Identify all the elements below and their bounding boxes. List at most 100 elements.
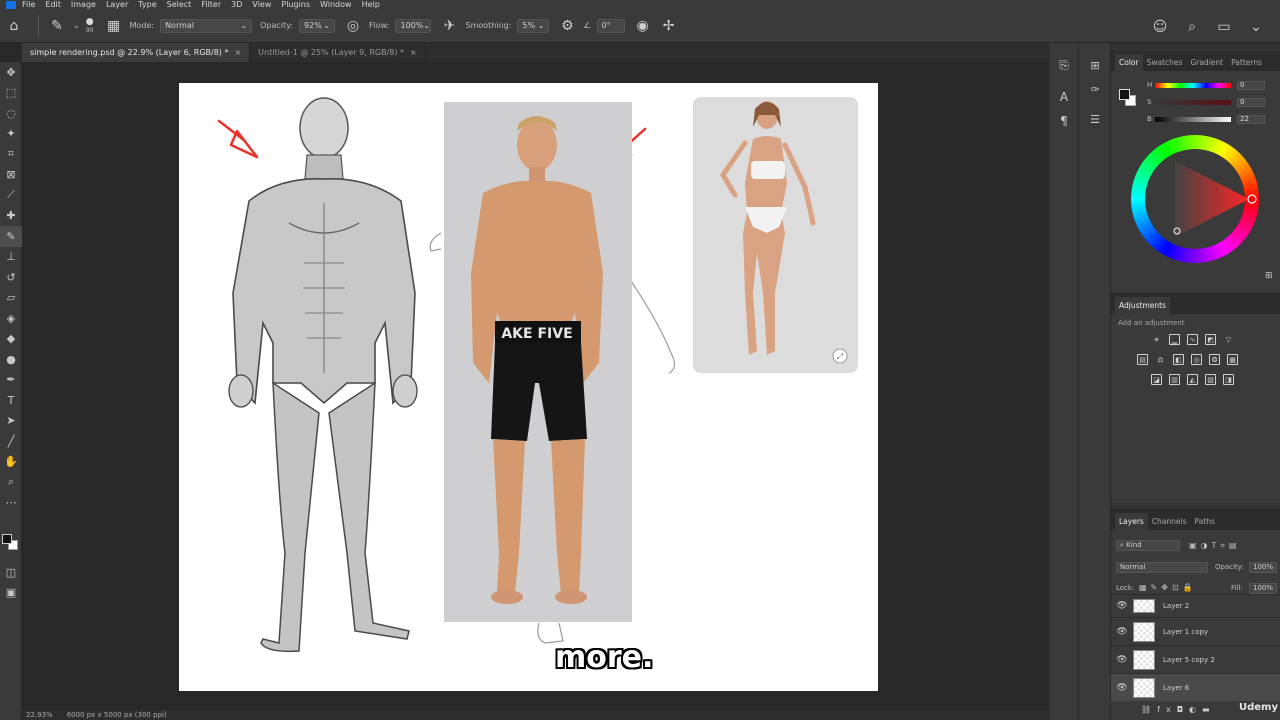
path-selection-tool-icon[interactable]: ➤ xyxy=(0,411,22,432)
move-tool-icon[interactable]: ✥ xyxy=(0,62,22,83)
new-group-icon[interactable]: ▬ xyxy=(1202,705,1216,714)
share-icon[interactable]: ☺ xyxy=(1150,17,1170,37)
menu-view[interactable]: View xyxy=(252,0,271,9)
color-balance-adjust-icon[interactable]: ⚖ xyxy=(1155,354,1166,365)
libraries-panel-icon[interactable]: ⊞ xyxy=(1079,53,1111,77)
hue-slider[interactable] xyxy=(1155,82,1231,88)
opacity-field[interactable]: 92% ⌄ xyxy=(298,18,335,33)
layer-row[interactable]: 👁 Layer 2 xyxy=(1111,594,1280,616)
close-icon[interactable]: × xyxy=(410,48,417,57)
eraser-tool-icon[interactable]: ▱ xyxy=(0,288,22,309)
properties-panel-icon[interactable]: ☰ xyxy=(1079,107,1111,131)
quick-mask-icon[interactable]: ◫ xyxy=(0,562,22,583)
color-fg-bg-swatches[interactable] xyxy=(1119,89,1137,107)
tab-swatches[interactable]: Swatches xyxy=(1143,54,1187,71)
tab-patterns[interactable]: Patterns xyxy=(1227,54,1266,71)
foreground-color-swatch[interactable] xyxy=(2,534,12,544)
visibility-eye-icon[interactable]: 👁 xyxy=(1111,601,1133,611)
brush-preset-picker[interactable]: ● 90 xyxy=(86,17,94,34)
tab-layers[interactable]: Layers xyxy=(1115,513,1148,530)
menu-layer[interactable]: Layer xyxy=(106,0,128,9)
selective-color-adjust-icon[interactable]: ◨ xyxy=(1223,374,1234,385)
menu-filter[interactable]: Filter xyxy=(201,0,221,9)
blend-mode-select[interactable]: Normal xyxy=(1116,562,1208,573)
brightness-adjust-icon[interactable]: ☀ xyxy=(1151,334,1162,345)
lock-icons[interactable]: ▦✎✥⊡🔒 xyxy=(1139,583,1197,592)
tab-channels[interactable]: Channels xyxy=(1148,513,1191,530)
pressure-opacity-icon[interactable]: ◎ xyxy=(343,16,363,36)
threshold-adjust-icon[interactable]: ◭ xyxy=(1187,374,1198,385)
menu-3d[interactable]: 3D xyxy=(231,0,242,9)
foreground-background-swatches[interactable] xyxy=(2,534,20,552)
curves-adjust-icon[interactable]: ∿ xyxy=(1187,334,1198,345)
menu-file[interactable]: File xyxy=(22,0,35,9)
angle-field[interactable]: 0° xyxy=(596,18,625,33)
link-layers-icon[interactable]: ⛓ xyxy=(1141,705,1157,714)
workspace-chevron-icon[interactable]: ⌄ xyxy=(1246,17,1266,37)
hue-saturation-adjust-icon[interactable]: ▤ xyxy=(1137,354,1148,365)
color-panel-expand-icon[interactable]: ⊞ xyxy=(1265,271,1273,281)
quick-select-tool-icon[interactable]: ✦ xyxy=(0,124,22,145)
paint-bucket-tool-icon[interactable]: ◈ xyxy=(0,308,22,329)
menu-help[interactable]: Help xyxy=(362,0,380,9)
paragraph-panel-icon[interactable]: ¶ xyxy=(1049,109,1079,133)
crop-tool-icon[interactable]: ⌗ xyxy=(0,144,22,165)
posterize-adjust-icon[interactable]: ▥ xyxy=(1169,374,1180,385)
hue-value[interactable]: 0 xyxy=(1237,80,1265,90)
tab-color[interactable]: Color xyxy=(1115,54,1143,71)
zoom-level[interactable]: 22.93% xyxy=(26,711,53,719)
frame-tool-icon[interactable]: ⊠ xyxy=(0,165,22,186)
tab-simple-rendering[interactable]: simple rendering.psd @ 22.9% (Layer 6, R… xyxy=(22,43,251,62)
type-tool-icon[interactable]: T xyxy=(0,390,22,411)
channel-mixer-adjust-icon[interactable]: ❂ xyxy=(1209,354,1220,365)
flow-field[interactable]: 100% ⌄ xyxy=(395,18,432,33)
close-icon[interactable]: × xyxy=(234,48,241,57)
tab-paths[interactable]: Paths xyxy=(1191,513,1219,530)
visibility-eye-icon[interactable]: 👁 xyxy=(1111,683,1133,693)
layer-row[interactable]: 👁 Layer 5 copy 2 xyxy=(1111,645,1280,673)
brush-picker-chevron-icon[interactable]: ⌄ xyxy=(73,21,80,30)
photo-filter-adjust-icon[interactable]: ◎ xyxy=(1191,354,1202,365)
brush-settings-panel-icon[interactable]: ▦ xyxy=(104,16,124,36)
pen-tool-icon[interactable]: ✒ xyxy=(0,370,22,391)
black-white-adjust-icon[interactable]: ◧ xyxy=(1173,354,1184,365)
tab-gradient[interactable]: Gradient xyxy=(1186,54,1227,71)
smoothing-field[interactable]: 5% ⌄ xyxy=(517,18,550,33)
invert-adjust-icon[interactable]: ◪ xyxy=(1151,374,1162,385)
home-icon[interactable]: ⌂ xyxy=(4,16,24,36)
character-panel-icon[interactable]: A xyxy=(1049,85,1079,109)
add-mask-icon[interactable]: ◘ xyxy=(1177,705,1189,714)
fx-icon[interactable]: fx xyxy=(1157,705,1177,714)
history-panel-icon[interactable]: ⎘ xyxy=(1049,53,1079,77)
lasso-tool-icon[interactable]: ◌ xyxy=(0,103,22,124)
tab-untitled-1[interactable]: Untitled-1 @ 25% (Layer 9, RGB/8) * × xyxy=(250,43,426,62)
layer-filter-icons[interactable]: ▣◑T⌗▤ xyxy=(1189,541,1241,551)
levels-adjust-icon[interactable]: ▁ xyxy=(1169,334,1180,345)
exposure-adjust-icon[interactable]: ◩ xyxy=(1205,334,1216,345)
clone-stamp-tool-icon[interactable]: ⊥ xyxy=(0,247,22,268)
gradient-map-adjust-icon[interactable]: ▧ xyxy=(1205,374,1216,385)
saturation-value[interactable]: 0 xyxy=(1237,97,1265,107)
line-tool-icon[interactable]: ╱ xyxy=(0,431,22,452)
menu-select[interactable]: Select xyxy=(167,0,192,9)
canvas-area[interactable]: AKE FIVE ⤢ xyxy=(22,62,1048,710)
search-icon[interactable]: ⌕ xyxy=(1182,17,1202,37)
tab-adjustments[interactable]: Adjustments xyxy=(1115,297,1170,314)
menu-plugins[interactable]: Plugins xyxy=(281,0,310,9)
menu-edit[interactable]: Edit xyxy=(45,0,61,9)
history-brush-tool-icon[interactable]: ↺ xyxy=(0,267,22,288)
symmetry-icon[interactable]: ✢ xyxy=(659,16,679,36)
layer-row-selected[interactable]: 👁 Layer 6 xyxy=(1111,673,1280,701)
menu-image[interactable]: Image xyxy=(71,0,96,9)
airbrush-icon[interactable]: ✈ xyxy=(439,16,459,36)
color-triangle[interactable] xyxy=(1131,135,1259,263)
color-wheel[interactable] xyxy=(1131,135,1259,263)
zoom-tool-icon[interactable]: ⌕ xyxy=(0,472,22,493)
pressure-size-icon[interactable]: ◉ xyxy=(633,16,653,36)
menu-type[interactable]: Type xyxy=(138,0,156,9)
blur-tool-icon[interactable]: ◆ xyxy=(0,329,22,350)
brushes-panel-icon[interactable]: ✑ xyxy=(1079,77,1111,101)
layer-opacity-field[interactable]: 100% xyxy=(1249,562,1277,573)
layer-row[interactable]: 👁 Layer 1 copy xyxy=(1111,617,1280,645)
more-tools-icon[interactable]: ⋯ xyxy=(0,493,22,514)
